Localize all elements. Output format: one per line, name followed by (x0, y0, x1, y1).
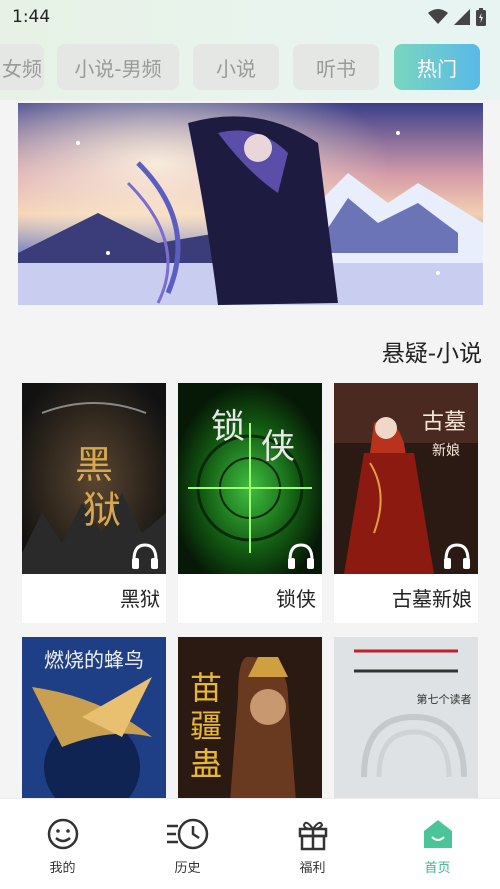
headphone-icon (132, 543, 158, 569)
tab-novel[interactable]: 小说 (193, 44, 279, 90)
nav-label: 首页 (424, 861, 451, 876)
signal-icon (454, 9, 470, 25)
cover-title: 黑 (75, 443, 113, 487)
book-card[interactable]: 第七个读者 (334, 637, 478, 807)
tab-audiobook[interactable]: 听书 (293, 44, 379, 90)
wifi-icon (428, 9, 448, 24)
bottom-nav: 我的 历史 福利 首页 (0, 798, 500, 889)
nav-label: 历史 (174, 861, 201, 876)
tab-label: 小说 (216, 56, 256, 81)
book-card[interactable]: 古墓 新娘 古墓新娘 (334, 383, 478, 623)
book-card[interactable]: 黑 狱 黑狱 (22, 383, 166, 623)
svg-text:新娘: 新娘 (432, 443, 460, 459)
status-time: 1:44 (12, 7, 51, 27)
gift-icon (298, 821, 327, 851)
battery-icon (476, 8, 486, 26)
svg-text:狱: 狱 (83, 488, 121, 532)
status-bar: 1:44 (0, 0, 500, 34)
tab-label: 女频 (2, 56, 42, 81)
nav-welfare[interactable]: 福利 (250, 799, 375, 889)
book-title: 古墓新娘 (392, 587, 472, 611)
nav-label: 我的 (49, 861, 76, 876)
headphone-icon (444, 543, 470, 569)
headphone-icon (288, 543, 314, 569)
home-icon (423, 820, 452, 848)
tab-novel-male[interactable]: 小说-男频 (57, 44, 179, 90)
book-title: 黑狱 (120, 587, 160, 611)
book-card[interactable]: 锁 侠 锁侠 (178, 383, 322, 623)
svg-text:燃烧的蜂鸟: 燃烧的蜂鸟 (44, 648, 144, 672)
status-icons (428, 8, 486, 26)
book-card[interactable]: 燃烧的蜂鸟 (22, 637, 166, 807)
book-cover: 苗 疆 蛊 (178, 637, 322, 807)
banner-image[interactable] (18, 103, 483, 305)
category-tabs: 女频 小说-男频 小说 听书 热门 (0, 44, 500, 92)
face-icon (47, 818, 78, 850)
history-icon (166, 818, 208, 850)
nav-history[interactable]: 历史 (125, 799, 250, 889)
svg-text:疆: 疆 (190, 707, 222, 745)
svg-text:第七个读者: 第七个读者 (417, 692, 472, 706)
svg-text:古墓: 古墓 (422, 410, 466, 435)
tab-label: 热门 (417, 56, 457, 81)
book-cover: 第七个读者 (334, 637, 478, 807)
tab-female[interactable]: 女频 (0, 44, 44, 90)
book-title: 锁侠 (276, 587, 316, 611)
svg-text:侠: 侠 (261, 427, 295, 467)
svg-text:锁: 锁 (211, 407, 245, 447)
tab-label: 小说-男频 (74, 56, 162, 81)
nav-label: 福利 (299, 861, 326, 876)
nav-mine[interactable]: 我的 (0, 799, 125, 889)
nav-home[interactable]: 首页 (375, 799, 500, 889)
svg-text:蛊: 蛊 (190, 745, 222, 783)
tab-label: 听书 (316, 56, 356, 81)
svg-text:苗: 苗 (190, 669, 222, 707)
book-card[interactable]: 苗 疆 蛊 (178, 637, 322, 807)
section-title: 悬疑-小说 (381, 341, 482, 367)
book-cover: 燃烧的蜂鸟 (22, 637, 166, 807)
tab-hot[interactable]: 热门 (394, 44, 480, 90)
